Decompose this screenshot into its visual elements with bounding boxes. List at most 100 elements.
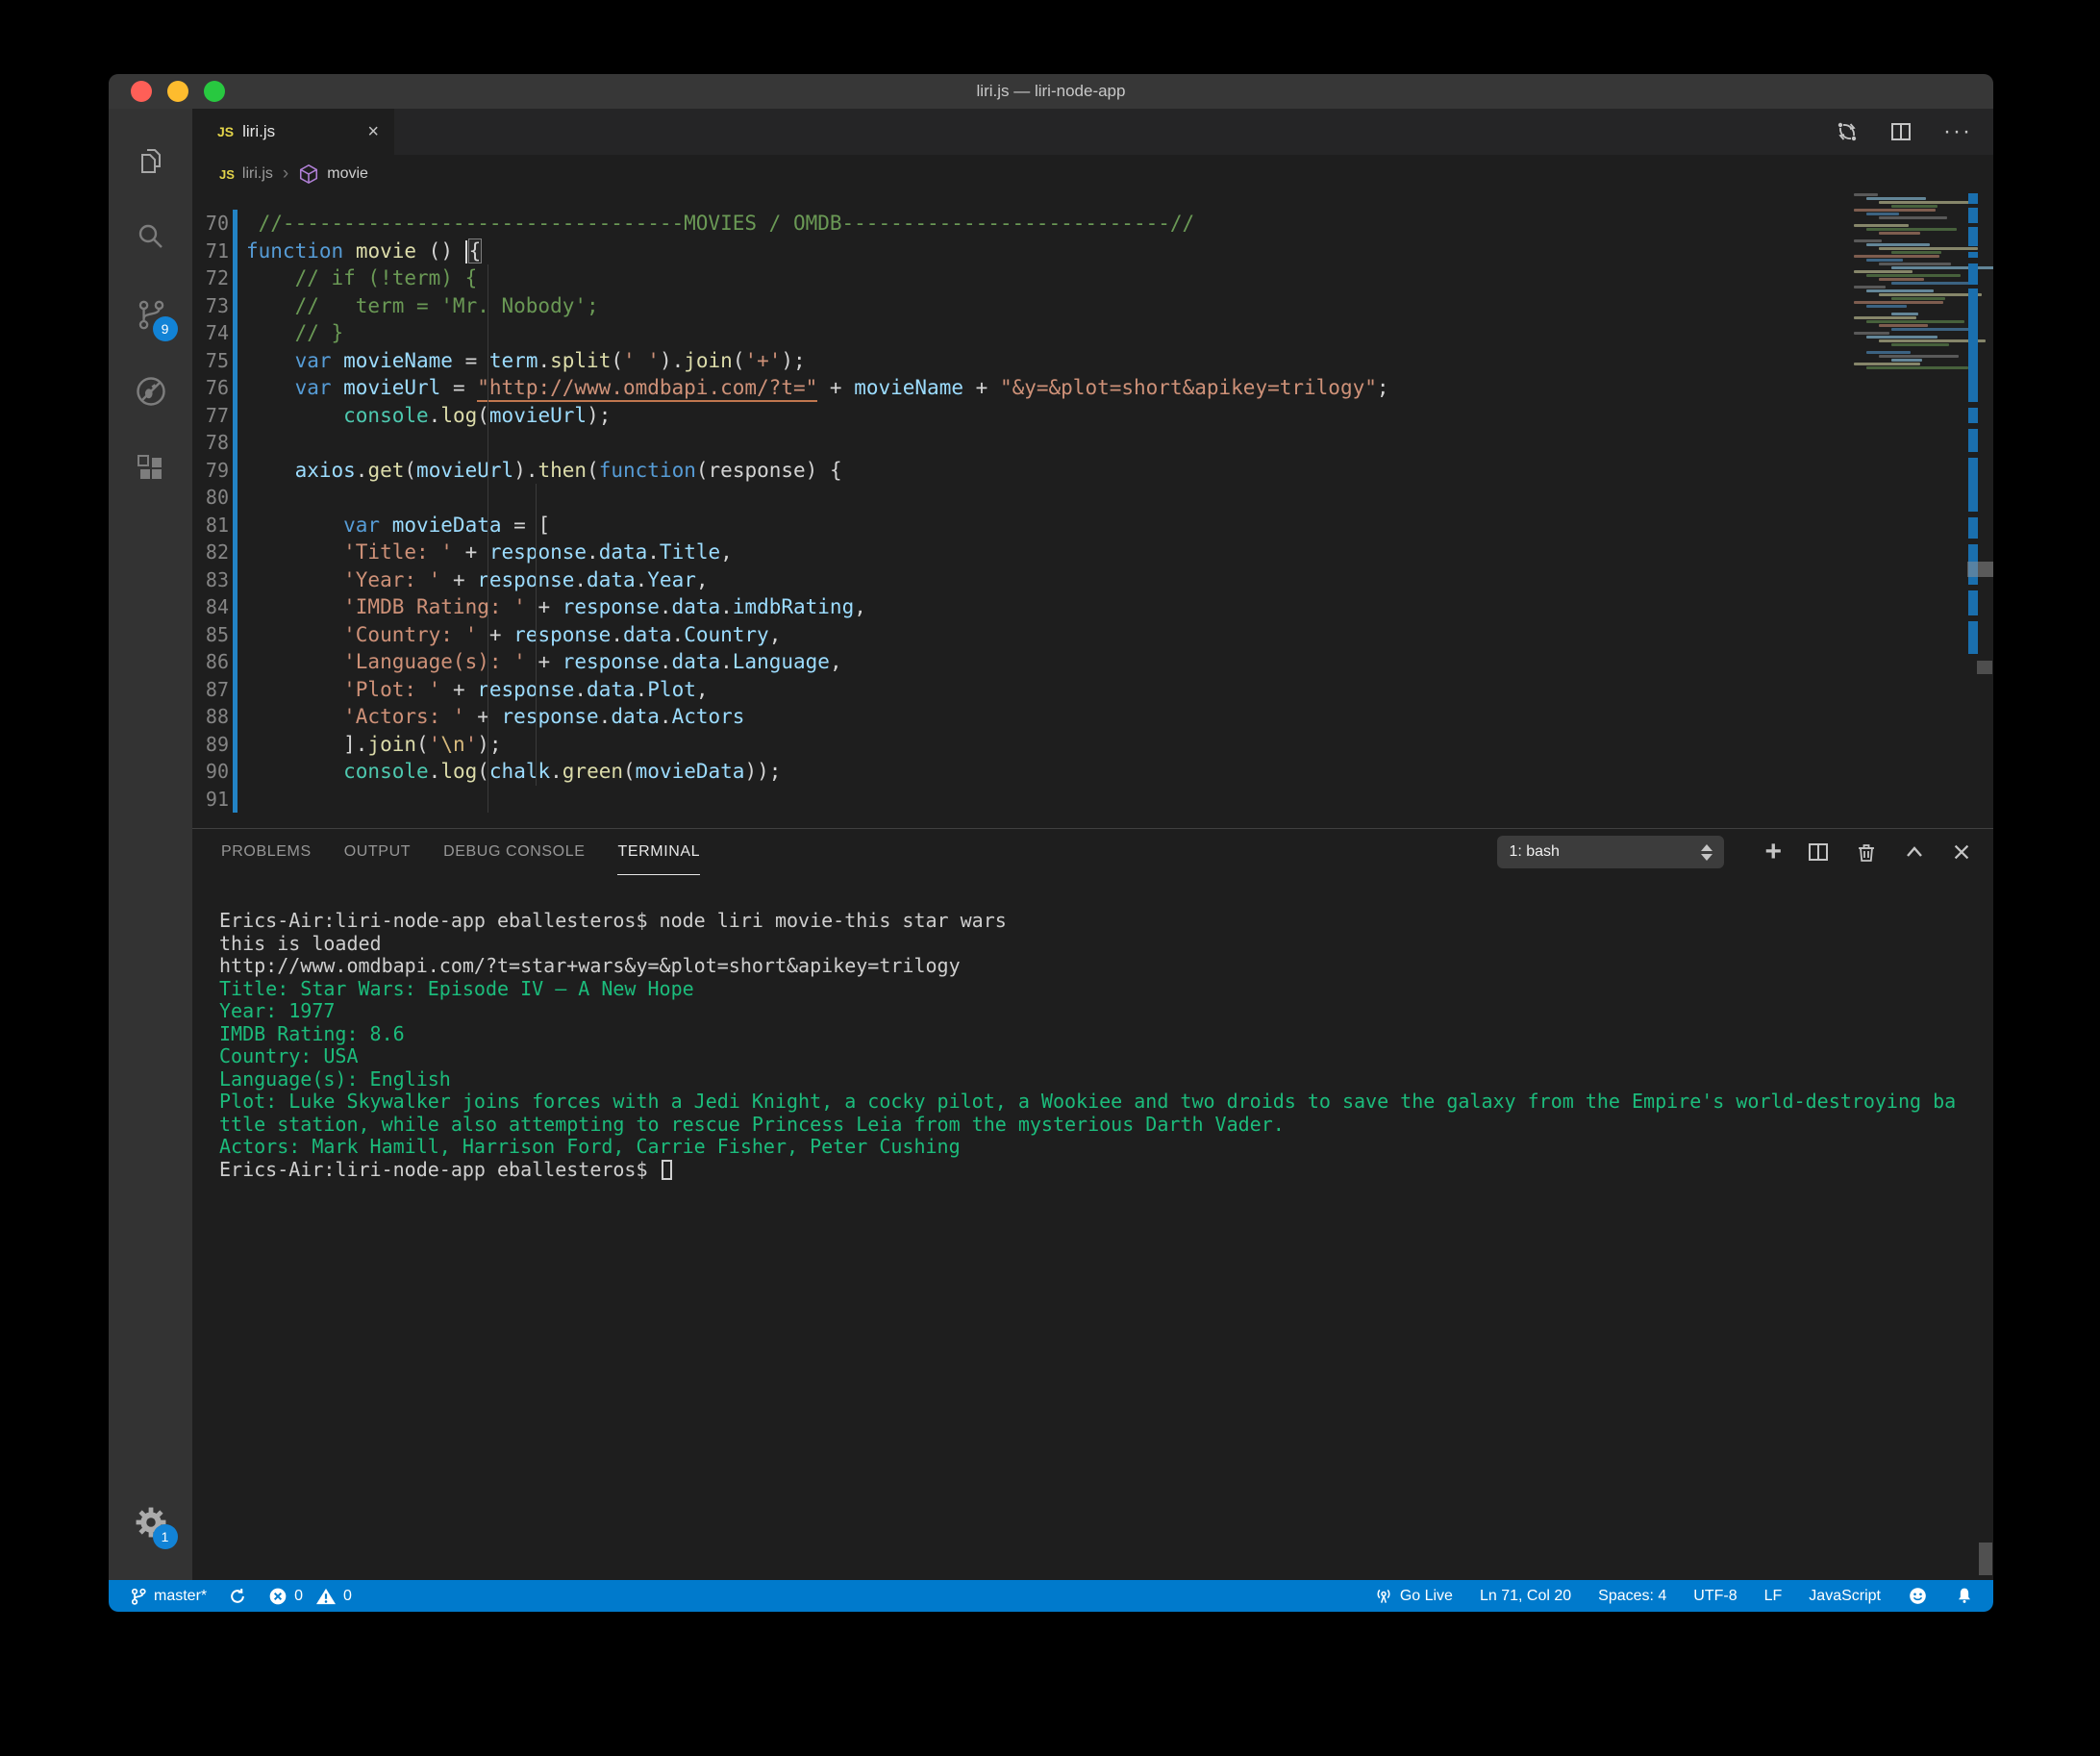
feedback-smiley-icon[interactable] <box>1908 1586 1928 1606</box>
files-icon <box>136 145 166 176</box>
select-arrows-icon <box>1701 844 1712 861</box>
terminal-shell-select[interactable]: 1: bash <box>1497 836 1724 868</box>
line-number: 90 <box>192 758 229 786</box>
terminal-line: http://www.omdbapi.com/?t=star+wars&y=&p… <box>219 955 1993 978</box>
split-editor-icon[interactable] <box>1889 120 1912 143</box>
breadcrumb-file[interactable]: liri.js <box>242 165 273 183</box>
sidebar-item-source-control[interactable]: 9 <box>122 276 180 353</box>
panel-tab-debug-console[interactable]: DEBUG CONSOLE <box>443 829 585 875</box>
breadcrumb-symbol[interactable]: movie <box>327 165 368 183</box>
code-line: 74 // } <box>192 319 1993 347</box>
minimap[interactable] <box>1854 193 1967 597</box>
terminal-shell-label: 1: bash <box>1509 843 1559 861</box>
git-modified-gutter <box>233 457 238 485</box>
code-line: 70 //---------------------------------MO… <box>192 210 1993 238</box>
window-title: liri.js — liri-node-app <box>977 82 1126 101</box>
terminal-line: Plot: Luke Skywalker joins forces with a… <box>219 1091 1993 1114</box>
line-number: 77 <box>192 402 229 430</box>
code-line: 83 'Year: ' + response.data.Year, <box>192 566 1993 594</box>
code-line: 80 <box>192 484 1993 512</box>
sync-icon <box>228 1587 247 1606</box>
go-live-button[interactable]: Go Live <box>1374 1587 1453 1606</box>
eol-setting[interactable]: LF <box>1764 1588 1783 1605</box>
git-modified-gutter <box>233 566 238 594</box>
error-count: 0 <box>294 1588 303 1605</box>
sidebar-item-debug[interactable] <box>122 353 180 430</box>
settings-button[interactable]: 1 <box>122 1484 180 1561</box>
search-icon <box>136 222 166 253</box>
javascript-file-icon: JS <box>219 167 235 182</box>
git-modified-gutter <box>233 593 238 621</box>
open-changes-icon[interactable] <box>1836 120 1859 143</box>
tab-label: liri.js <box>242 122 275 141</box>
terminal-line: Country: USA <box>219 1045 1993 1068</box>
modified-line-marker <box>1968 429 1978 452</box>
kill-terminal-icon[interactable] <box>1855 840 1878 864</box>
zoom-window-button[interactable] <box>204 81 225 102</box>
modified-line-marker <box>1968 408 1978 423</box>
line-number: 88 <box>192 703 229 731</box>
tab-liri-js[interactable]: JS liri.js × <box>192 109 394 155</box>
terminal-line: Language(s): English <box>219 1068 1993 1091</box>
line-number: 86 <box>192 648 229 676</box>
minimize-window-button[interactable] <box>167 81 188 102</box>
split-terminal-icon[interactable] <box>1807 840 1830 864</box>
new-terminal-icon[interactable]: + <box>1764 838 1782 866</box>
close-window-button[interactable] <box>131 81 152 102</box>
close-panel-icon[interactable] <box>1951 841 1972 863</box>
warning-count: 0 <box>343 1588 352 1605</box>
line-number: 79 <box>192 457 229 485</box>
sync-changes-button[interactable] <box>228 1587 247 1606</box>
sidebar-item-explorer[interactable] <box>122 122 180 199</box>
code-line: 90 console.log(chalk.green(movieData)); <box>192 758 1993 786</box>
editor-code: 70 //---------------------------------MO… <box>192 210 1993 813</box>
traffic-lights <box>131 74 225 109</box>
code-line: 84 'IMDB Rating: ' + response.data.imdbR… <box>192 593 1993 621</box>
panel-scrollbar-thumb[interactable] <box>1979 1543 1992 1575</box>
terminal-line: Erics-Air:liri-node-app eballesteros$ no… <box>219 910 1993 933</box>
more-actions-icon[interactable]: ··· <box>1943 118 1972 145</box>
encoding-setting[interactable]: UTF-8 <box>1693 1588 1737 1605</box>
activity-bar: 9 <box>109 109 192 1580</box>
panel-tab-output[interactable]: OUTPUT <box>344 829 411 875</box>
tab-close-icon[interactable]: × <box>367 122 379 141</box>
maximize-panel-icon[interactable] <box>1903 840 1926 864</box>
editor-tab-bar: JS liri.js × <box>192 109 1993 155</box>
git-modified-gutter <box>233 676 238 704</box>
broadcast-icon <box>1374 1587 1393 1606</box>
line-number: 70 <box>192 210 229 238</box>
sidebar-item-search[interactable] <box>122 199 180 276</box>
problems-status[interactable]: 0 0 <box>268 1587 352 1606</box>
language-mode[interactable]: JavaScript <box>1809 1588 1881 1605</box>
chevron-right-icon: › <box>283 163 288 185</box>
code-line: 81 var movieData = [ <box>192 512 1993 539</box>
line-number: 81 <box>192 512 229 539</box>
modified-line-marker <box>1968 621 1978 654</box>
code-line: 75 var movieName = term.split(' ').join(… <box>192 347 1993 375</box>
modified-line-marker <box>1968 458 1978 512</box>
notifications-bell-icon[interactable] <box>1955 1586 1974 1606</box>
indentation-setting[interactable]: Spaces: 4 <box>1598 1588 1666 1605</box>
terminal-cursor <box>662 1160 672 1180</box>
git-modified-gutter <box>233 319 238 347</box>
terminal-line: Year: 1977 <box>219 1000 1993 1023</box>
terminal-line: ttle station, while also attempting to r… <box>219 1114 1993 1137</box>
warning-icon <box>315 1587 337 1606</box>
indent-guide <box>536 484 537 786</box>
line-number: 83 <box>192 566 229 594</box>
editor-scrollbar-handle[interactable] <box>1977 661 1992 674</box>
git-branch-status[interactable]: master* <box>130 1587 207 1606</box>
line-number: 75 <box>192 347 229 375</box>
code-line: 71function movie () { <box>192 238 1993 265</box>
panel-tab-terminal[interactable]: TERMINAL <box>617 829 700 875</box>
sidebar-item-extensions[interactable] <box>122 430 180 507</box>
modified-line-marker <box>1968 517 1978 539</box>
editor-scrollbar-thumb[interactable] <box>1967 562 1993 577</box>
git-modified-gutter <box>233 292 238 320</box>
terminal-output[interactable]: Erics-Air:liri-node-app eballesteros$ no… <box>192 875 1993 1181</box>
git-modified-gutter <box>233 210 238 238</box>
panel-tab-problems[interactable]: PROBLEMS <box>221 829 312 875</box>
code-editor[interactable]: 70 //---------------------------------MO… <box>192 193 1993 829</box>
cursor-position[interactable]: Ln 71, Col 20 <box>1480 1588 1571 1605</box>
modified-line-marker <box>1968 263 1978 285</box>
